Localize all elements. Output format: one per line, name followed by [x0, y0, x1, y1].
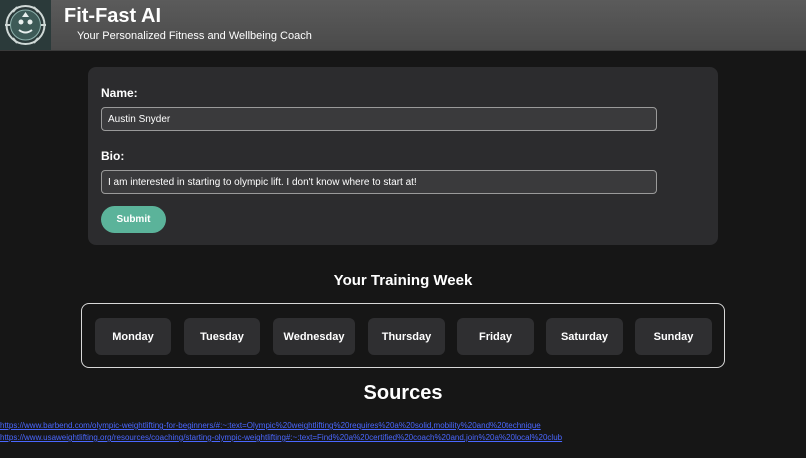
day-wednesday[interactable]: Wednesday [273, 318, 355, 355]
name-input[interactable] [101, 107, 657, 131]
app-header: Fit-Fast AI Your Personalized Fitness an… [0, 0, 806, 51]
submit-button[interactable]: Submit [101, 206, 166, 233]
day-thursday[interactable]: Thursday [368, 318, 445, 355]
day-friday[interactable]: Friday [457, 318, 534, 355]
day-tuesday[interactable]: Tuesday [184, 318, 260, 355]
source-link[interactable]: https://www.barbend.com/olympic-weightli… [0, 421, 590, 430]
day-sunday[interactable]: Sunday [635, 318, 712, 355]
sources-heading: Sources [363, 382, 443, 404]
training-week: Monday Tuesday Wednesday Thursday Friday… [81, 303, 725, 368]
profile-form: Name: Bio: Submit [88, 67, 718, 245]
day-saturday[interactable]: Saturday [546, 318, 623, 355]
name-label: Name: [101, 86, 138, 100]
app-title: Fit-Fast AI [64, 5, 162, 27]
app-subtitle: Your Personalized Fitness and Wellbeing … [77, 30, 312, 42]
training-week-heading: Your Training Week [333, 272, 473, 289]
emblem-logo-icon [0, 0, 51, 50]
day-monday[interactable]: Monday [95, 318, 171, 355]
bio-input[interactable] [101, 170, 657, 194]
bio-label: Bio: [101, 149, 125, 163]
source-link[interactable]: https://www.usaweightlifting.org/resourc… [0, 433, 780, 442]
